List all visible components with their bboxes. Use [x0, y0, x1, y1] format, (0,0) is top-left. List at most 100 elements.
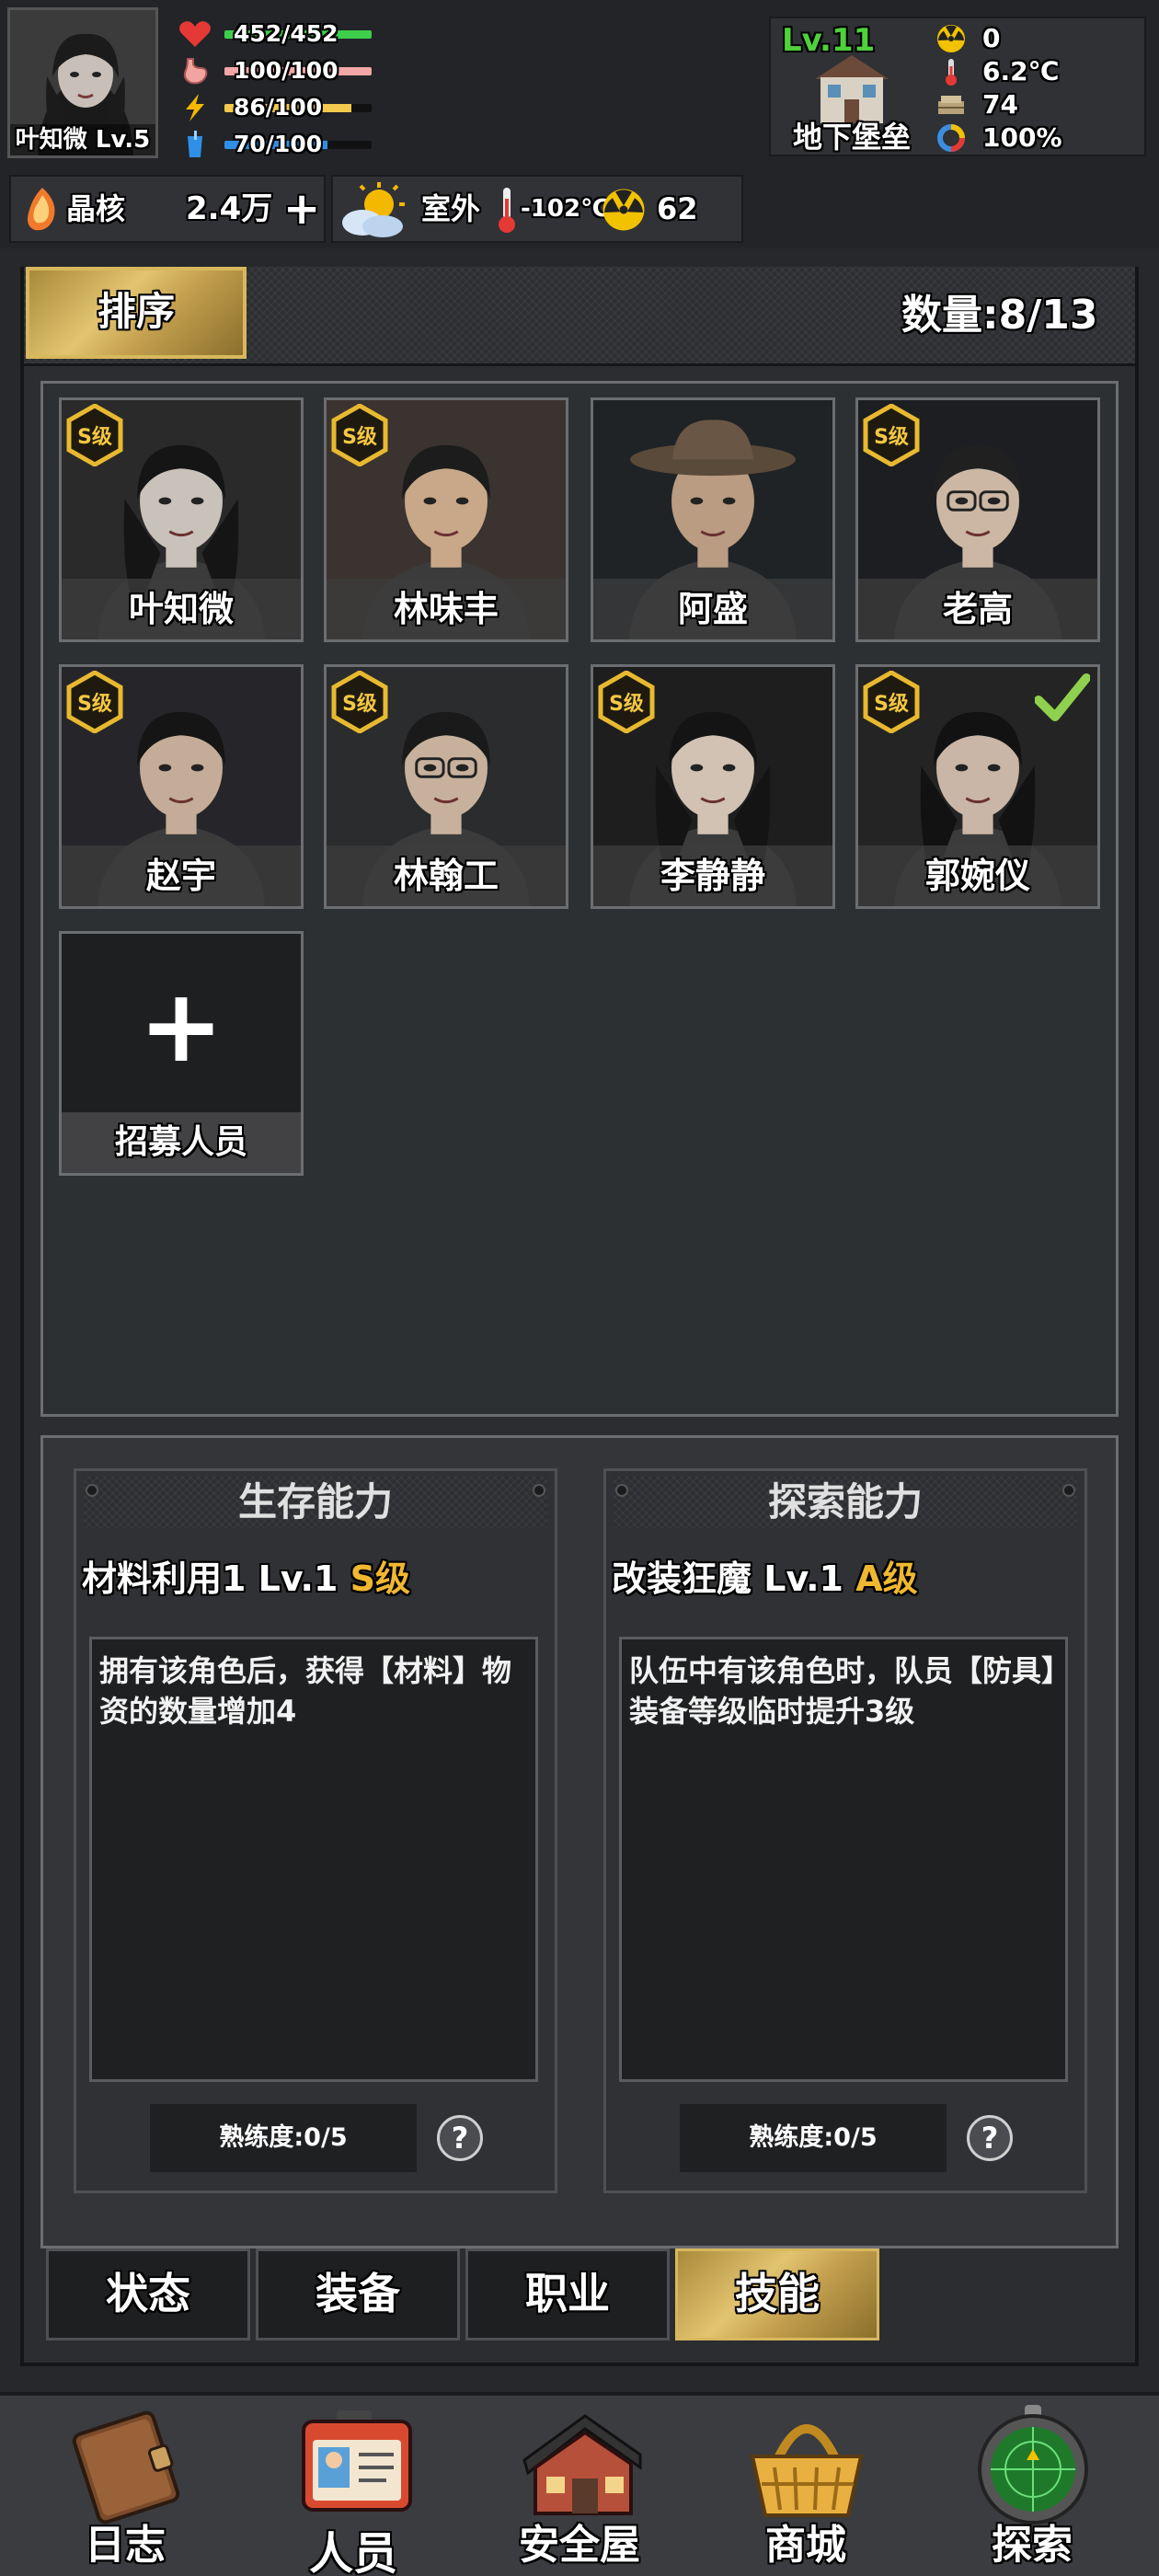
shelter-temperature: 6.2℃: [935, 55, 1137, 88]
crystal-value: 2.4万: [186, 190, 273, 227]
nav-personnel[interactable]: 人员: [261, 2403, 445, 2576]
nav-personnel-label: 人员: [308, 2528, 397, 2576]
health-stat: 452/452: [178, 18, 399, 50]
member-card[interactable]: S级老高: [855, 397, 1100, 642]
add-crystal-button[interactable]: +: [283, 177, 320, 241]
member-name: 叶知微: [62, 579, 301, 639]
id-card-icon: [302, 2410, 412, 2512]
rivet-icon: [615, 1484, 628, 1497]
shelter-radiation: 0: [935, 22, 1137, 55]
thermometer-icon: [499, 188, 515, 233]
nav-journal-label: 日志: [85, 2522, 166, 2569]
member-card[interactable]: S级 林味丰: [324, 397, 568, 642]
recruit-label: 招募人员: [62, 1112, 301, 1173]
member-name: 林翰工: [327, 845, 566, 906]
shelter-radiation-value: 0: [982, 23, 1001, 53]
exploration-proficiency: 熟练度:0/5: [680, 2104, 947, 2172]
shelter-supplies-value: 74: [982, 89, 1018, 120]
nav-journal[interactable]: 日志: [33, 2403, 217, 2572]
member-count: 数量:8/13: [901, 292, 1098, 339]
svg-text:S级: S级: [342, 692, 377, 716]
svg-text:S级: S级: [342, 425, 377, 449]
radiation-icon: [935, 24, 968, 53]
exploration-skill-card: 探索能力 改装狂魔 Lv.1 A级 队伍中有该角色时，队员【防具】装备等级临时提…: [603, 1468, 1087, 2193]
heart-icon: [178, 20, 212, 48]
nav-explore[interactable]: 探索: [940, 2403, 1124, 2572]
member-name: 阿盛: [593, 579, 832, 639]
member-name: 郭婉仪: [858, 845, 1097, 906]
svg-text:S级: S级: [874, 692, 909, 716]
grade-badge-icon: S级: [65, 403, 124, 467]
location-label: 室外: [421, 191, 481, 226]
shelter-temperature-value: 6.2℃: [982, 56, 1060, 86]
tab-status[interactable]: 状态: [46, 2248, 250, 2340]
svg-text:S级: S级: [77, 692, 112, 716]
pie-gauge-icon: [935, 123, 968, 153]
supplies-crate-icon: [935, 90, 968, 120]
nav-safehouse-label: 安全屋: [519, 2522, 640, 2569]
hunger-stat: 100/100: [178, 55, 399, 86]
shelter-name: 地下堡垒: [793, 120, 912, 155]
nav-shop[interactable]: 商城: [714, 2403, 898, 2572]
survival-skill-description: 拥有该角色后，获得【材料】物资的数量增加4: [89, 1637, 538, 2082]
grade-badge-icon: S级: [862, 403, 921, 467]
rivet-icon: [86, 1484, 98, 1497]
thirst-stat: 70/100: [178, 129, 399, 160]
thirst-value: 70/100: [234, 131, 323, 157]
shelter-supplies: 74: [935, 88, 1137, 121]
member-card[interactable]: S级赵宇: [59, 664, 304, 909]
selected-check-icon: [1034, 673, 1091, 724]
member-name: 李静静: [593, 845, 832, 906]
outdoor-radiation: 62: [657, 191, 698, 226]
health-value: 452/452: [234, 20, 339, 47]
exploration-skill-description: 队伍中有该角色时，队员【防具】装备等级临时提升3级: [619, 1637, 1068, 2082]
exploration-help-button[interactable]: ?: [967, 2115, 1013, 2161]
member-card[interactable]: 阿盛: [591, 397, 835, 642]
thermometer-icon: [935, 57, 968, 86]
lightning-icon: [178, 94, 212, 121]
survival-skill-grade: S级: [350, 1558, 411, 1599]
grade-badge-icon: S级: [862, 670, 921, 734]
energy-value: 86/100: [234, 94, 323, 121]
survival-help-button[interactable]: ?: [437, 2115, 483, 2161]
recruit-card[interactable]: + 招募人员: [59, 931, 304, 1176]
exploration-skill-name: 改装狂魔 Lv.1 A级: [612, 1550, 918, 1601]
crystal-label: 晶核: [66, 191, 126, 226]
svg-text:S级: S级: [609, 692, 644, 716]
tab-profession[interactable]: 职业: [465, 2248, 670, 2340]
survival-skill-title: 生存能力: [84, 1477, 547, 1528]
nav-safehouse[interactable]: 安全屋: [488, 2403, 671, 2572]
exploration-skill-title: 探索能力: [614, 1477, 1077, 1528]
survival-proficiency: 熟练度:0/5: [150, 2104, 417, 2172]
survival-skill-name: 材料利用1 Lv.1 S级: [82, 1550, 410, 1601]
exploration-skill-name-text: 改装狂魔 Lv.1: [612, 1558, 843, 1599]
sort-button[interactable]: 排序: [26, 267, 247, 359]
stomach-icon: [178, 57, 212, 85]
member-card[interactable]: S级李静静: [591, 664, 835, 909]
radiation-icon: [602, 189, 645, 231]
member-name: 赵宇: [62, 845, 301, 906]
survival-skill-name-text: 材料利用1 Lv.1: [82, 1558, 339, 1599]
hunger-value: 100/100: [234, 57, 339, 84]
grade-badge-icon: S级: [597, 670, 656, 734]
energy-stat: 86/100: [178, 92, 399, 123]
add-plus-icon: +: [138, 967, 224, 1085]
shelter-panel[interactable]: Lv.11 地下堡垒 0 6.2℃ 74 100%: [769, 17, 1146, 156]
shelter-efficiency-value: 100%: [982, 122, 1062, 153]
member-card[interactable]: S级郭婉仪: [855, 664, 1100, 909]
tab-equipment[interactable]: 装备: [256, 2248, 460, 2340]
rivet-icon: [1062, 1484, 1075, 1497]
grade-badge-icon: S级: [330, 670, 389, 734]
survival-skill-card: 生存能力 材料利用1 Lv.1 S级 拥有该角色后，获得【材料】物资的数量增加4…: [74, 1468, 557, 2193]
shelter-efficiency: 100%: [935, 121, 1137, 155]
player-avatar[interactable]: 叶知微 Lv.5: [7, 7, 158, 158]
member-card[interactable]: S级叶知微: [59, 397, 304, 642]
exploration-skill-grade: A级: [855, 1558, 918, 1599]
member-card[interactable]: S级林翰工: [324, 664, 568, 909]
crystal-core-icon: [28, 188, 55, 231]
svg-text:S级: S级: [874, 425, 909, 449]
tab-skills[interactable]: 技能: [675, 2248, 879, 2340]
player-name-level: 叶知微 Lv.5: [10, 124, 155, 155]
member-name: 老高: [858, 579, 1097, 639]
grade-badge-icon: S级: [65, 670, 124, 734]
